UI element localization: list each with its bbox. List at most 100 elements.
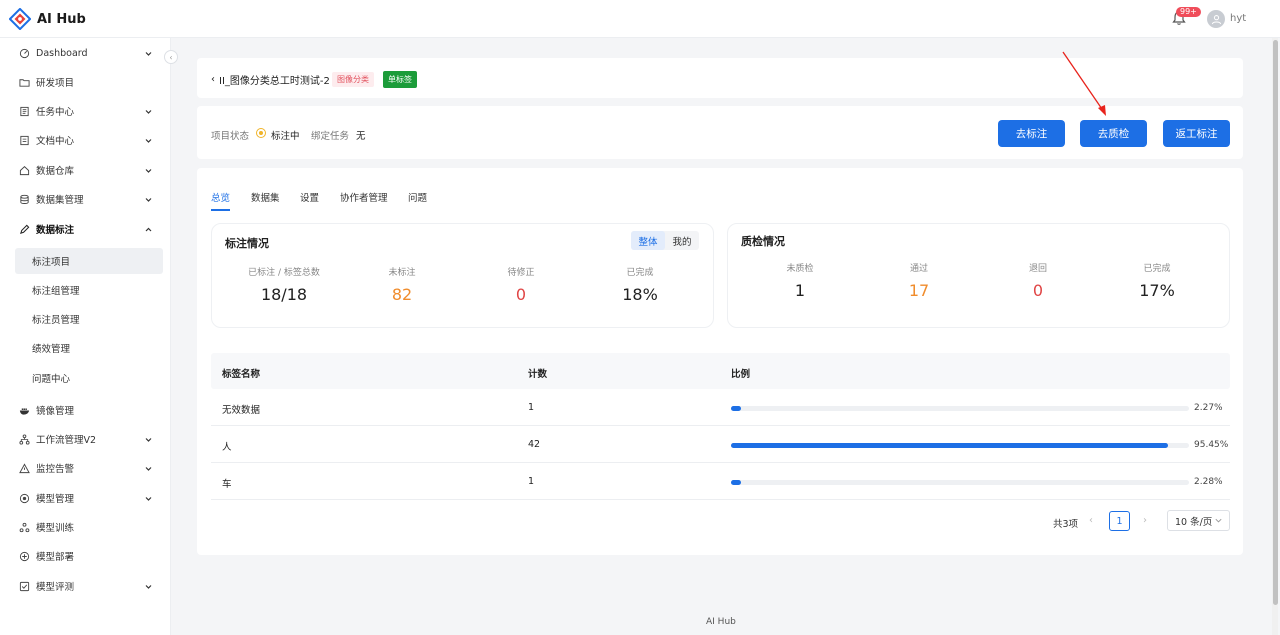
sidebar-item-label: 模型管理 xyxy=(36,494,75,505)
sidebar-item-9[interactable]: 标注员管理 xyxy=(15,306,163,332)
scope-toggle: 整体 我的 xyxy=(631,231,699,250)
sidebar-item-6[interactable]: 数据标注 xyxy=(15,216,163,242)
sidebar-item-7[interactable]: 标注项目 xyxy=(15,248,163,274)
sidebar-item-label: 标注项目 xyxy=(32,257,71,268)
stat-value: 17 xyxy=(908,281,930,300)
home-icon xyxy=(19,165,30,175)
label-mode-tag: 单标签 xyxy=(383,71,417,88)
status-label: 项目状态 xyxy=(211,131,250,142)
model-icon xyxy=(19,493,30,503)
chevron-down-icon xyxy=(145,138,152,143)
scope-mine-option[interactable]: 我的 xyxy=(665,231,699,250)
stat-label: 退回 xyxy=(1028,264,1047,274)
sidebar-item-12[interactable]: 镜像管理 xyxy=(15,397,163,423)
page-size-select[interactable]: 10 条/页 xyxy=(1167,510,1230,531)
status-dot-icon xyxy=(256,128,266,138)
sidebar-item-14[interactable]: 监控告警 xyxy=(15,455,163,481)
go-inspect-button[interactable]: 去质检 xyxy=(1080,120,1147,147)
sidebar-item-1[interactable]: 研发项目 xyxy=(15,69,163,95)
rework-annotate-button[interactable]: 返工标注 xyxy=(1163,120,1230,147)
doc-icon xyxy=(20,135,29,145)
chevron-down-icon xyxy=(145,437,152,442)
sidebar-item-2[interactable]: 任务中心 xyxy=(15,98,163,124)
footer-text: AI Hub xyxy=(706,617,736,627)
inspection-stats-title: 质检情况 xyxy=(741,235,785,248)
app-logo[interactable]: AI Hub xyxy=(9,8,86,30)
alert-icon xyxy=(19,462,30,473)
stat-to-fix: 待修正 0 xyxy=(461,265,581,304)
sidebar-item-15[interactable]: 模型管理 xyxy=(15,485,163,511)
docker-icon xyxy=(19,407,30,415)
count-cell: 42 xyxy=(528,439,541,450)
stat-value: 0 xyxy=(515,285,527,304)
sidebar-item-label: 模型评测 xyxy=(36,582,75,593)
sidebar-item-13[interactable]: 工作流管理V2 xyxy=(15,426,163,452)
next-page-icon[interactable]: › xyxy=(1143,515,1147,526)
sidebar-item-16[interactable]: 模型训练 xyxy=(15,514,163,540)
column-header-label-name: 标签名称 xyxy=(222,369,261,380)
top-header: AI Hub 99+ hyt xyxy=(0,0,1280,38)
stat-label: 已标注 / 标签总数 xyxy=(248,268,320,278)
sidebar-item-11[interactable]: 问题中心 xyxy=(15,365,163,391)
scope-all-option[interactable]: 整体 xyxy=(631,231,665,250)
sidebar-item-4[interactable]: 数据仓库 xyxy=(15,157,163,183)
username[interactable]: hyt xyxy=(1230,13,1246,24)
sidebar-item-label: 模型训练 xyxy=(36,523,75,534)
page-button-current[interactable]: 1 xyxy=(1109,511,1130,531)
sidebar-item-0[interactable]: Dashboard xyxy=(15,40,163,66)
avatar[interactable] xyxy=(1207,10,1225,28)
back-link[interactable]: ‹ II_图像分类总工时测试-2 xyxy=(211,72,330,87)
table-header xyxy=(211,353,1230,389)
sidebar-item-8[interactable]: 标注组管理 xyxy=(15,277,163,303)
stat-label: 已完成 xyxy=(1143,264,1171,274)
app-title: AI Hub xyxy=(37,11,86,27)
tab-issues[interactable]: 问题 xyxy=(408,190,427,204)
stat-annotated: 已标注 / 标签总数 18/18 xyxy=(224,265,344,304)
sidebar-item-label: Dashboard xyxy=(36,47,88,59)
tab-overview[interactable]: 总览 xyxy=(211,190,230,204)
sidebar-item-label: 标注员管理 xyxy=(32,315,80,326)
stat-label: 已完成 xyxy=(626,268,654,278)
page-size-value: 10 条/页 xyxy=(1175,516,1213,528)
stat-value: 1 xyxy=(794,281,806,300)
scrollbar-thumb[interactable] xyxy=(1273,40,1278,605)
folder-icon xyxy=(19,78,30,87)
active-tab-indicator xyxy=(211,209,230,211)
chevron-down-icon xyxy=(145,109,152,114)
ratio-bar-fill xyxy=(731,443,1169,448)
sidebar-item-label: 数据集管理 xyxy=(36,195,84,206)
sidebar-item-label: 问题中心 xyxy=(32,374,71,385)
sidebar-item-label: 标注组管理 xyxy=(32,286,80,297)
stat-value: 0 xyxy=(1032,281,1044,300)
ratio-bar-track xyxy=(731,443,1189,448)
go-annotate-button[interactable]: 去标注 xyxy=(998,120,1065,147)
tab-dataset[interactable]: 数据集 xyxy=(251,190,280,204)
stat-passed: 通过 17 xyxy=(859,261,979,300)
sidebar-item-3[interactable]: 文档中心 xyxy=(15,127,163,153)
logo-icon xyxy=(9,8,31,30)
sidebar-item-label: 研发项目 xyxy=(36,78,75,89)
prev-page-icon[interactable]: ‹ xyxy=(1089,515,1093,526)
sidebar-item-5[interactable]: 数据集管理 xyxy=(15,186,163,212)
stat-label: 未标注 xyxy=(388,268,416,278)
sidebar-item-label: 模型部署 xyxy=(36,552,75,563)
sidebar-collapse-button[interactable]: ‹ xyxy=(164,50,178,64)
count-cell: 1 xyxy=(528,476,535,487)
ratio-bar-track xyxy=(731,406,1189,411)
tab-collaborators[interactable]: 协作者管理 xyxy=(340,190,388,204)
ratio-bar-track xyxy=(731,480,1189,485)
task-icon xyxy=(20,106,29,116)
tab-settings[interactable]: 设置 xyxy=(300,190,319,204)
sidebar-item-18[interactable]: 模型评测 xyxy=(15,573,163,599)
chevron-down-icon xyxy=(145,584,152,589)
sidebar-item-label: 镜像管理 xyxy=(36,406,75,417)
eval-icon xyxy=(19,581,30,591)
sidebar-item-label: 任务中心 xyxy=(36,107,75,118)
sidebar-item-label: 监控告警 xyxy=(36,464,75,475)
sidebar-item-label: 数据仓库 xyxy=(36,166,75,177)
stat-value: 82 xyxy=(391,285,413,304)
sidebar-item-10[interactable]: 绩效管理 xyxy=(15,335,163,361)
count-cell: 1 xyxy=(528,402,535,413)
sidebar-item-17[interactable]: 模型部署 xyxy=(15,543,163,569)
ratio-bar-fill xyxy=(731,406,742,411)
